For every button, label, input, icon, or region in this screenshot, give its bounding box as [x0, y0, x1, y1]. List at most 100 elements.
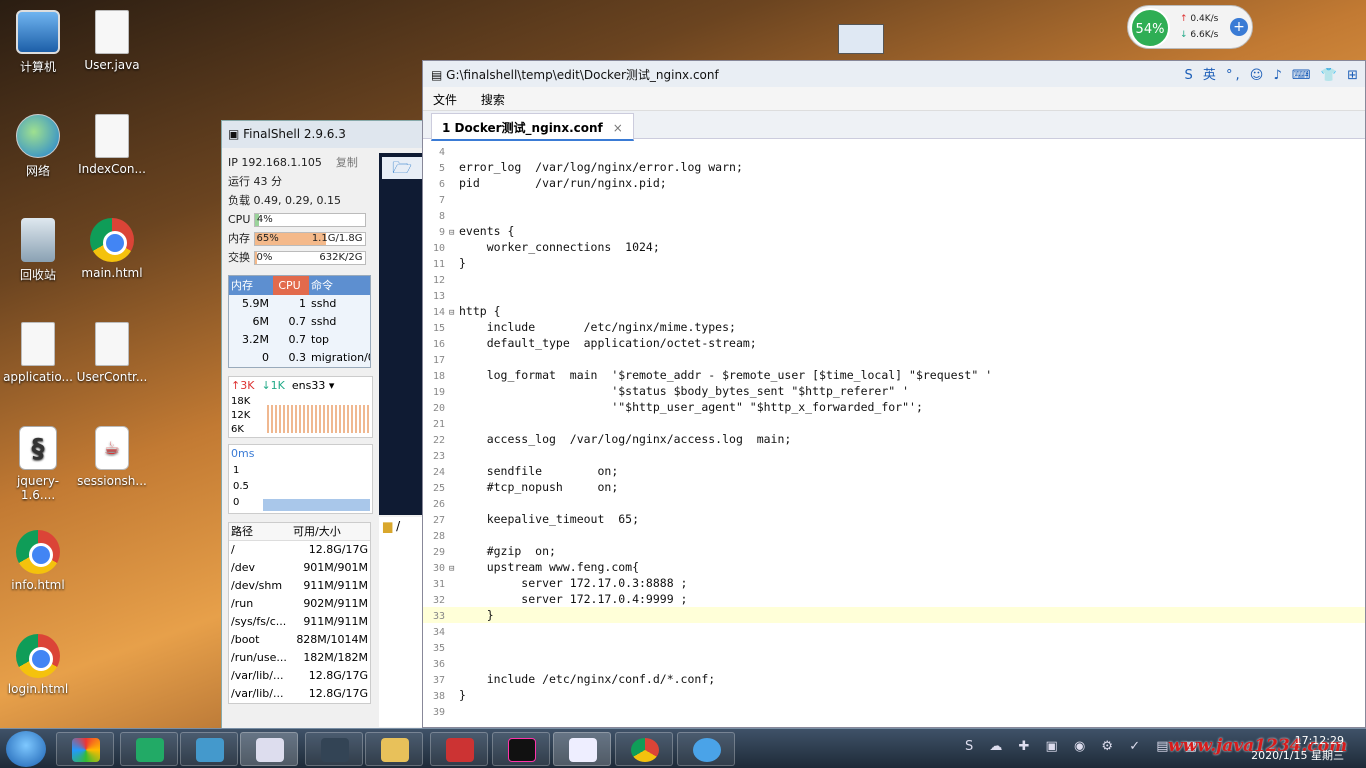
code-line[interactable]: 19 '$status $body_bytes_sent "$http_refe…: [423, 383, 1365, 399]
code-line[interactable]: 37 include /etc/nginx/conf.d/*.conf;: [423, 671, 1365, 687]
table-row[interactable]: /var/lib/... 12.8G/17G: [229, 685, 370, 703]
table-row[interactable]: /run 902M/911M: [229, 595, 370, 613]
taskbar-idea[interactable]: [492, 732, 550, 766]
desktop-icon[interactable]: § jquery-1.6....: [0, 426, 76, 502]
code-line[interactable]: 18 log_format main '$remote_addr - $remo…: [423, 367, 1365, 383]
tree-root[interactable]: /: [396, 519, 400, 533]
disk-path: /boot: [231, 633, 260, 646]
code-line[interactable]: 29 #gzip on;: [423, 543, 1365, 559]
code-line[interactable]: 39: [423, 703, 1365, 719]
code-line[interactable]: 10 worker_connections 1024;: [423, 239, 1365, 255]
code-line[interactable]: 17: [423, 351, 1365, 367]
desktop-icon[interactable]: 回收站: [0, 218, 76, 283]
code-line[interactable]: 25 #tcp_nopush on;: [423, 479, 1365, 495]
col-command[interactable]: 命令: [309, 276, 370, 295]
taskbar-browser[interactable]: [677, 732, 735, 766]
desktop-icon[interactable]: IndexCon...: [74, 114, 150, 176]
add-icon[interactable]: +: [1230, 18, 1248, 36]
speed-widget[interactable]: 54% ↑ 0.4K/s ↓ 6.6K/s +: [1127, 5, 1253, 49]
open-folder-icon[interactable]: 🗁: [382, 157, 422, 179]
code-editor[interactable]: 4 5 error_log /var/log/nginx/error.log war…: [423, 143, 1365, 727]
taskbar-redis[interactable]: [430, 732, 488, 766]
code-line[interactable]: 35: [423, 639, 1365, 655]
desktop-icon[interactable]: info.html: [0, 530, 76, 592]
table-row[interactable]: 0 0.3 migration/0: [229, 349, 370, 367]
code-line[interactable]: 26: [423, 495, 1365, 511]
desktop-icon-label: jquery-1.6....: [16, 474, 60, 502]
code-line[interactable]: 12: [423, 271, 1365, 287]
code-line[interactable]: 7: [423, 191, 1365, 207]
code-line[interactable]: 34: [423, 623, 1365, 639]
code-line[interactable]: 4: [423, 143, 1365, 159]
taskbar-finalshell[interactable]: [240, 732, 298, 766]
table-row[interactable]: /var/lib/... 12.8G/17G: [229, 667, 370, 685]
clock[interactable]: 17:12:29 2020/1/15 星期三: [1251, 733, 1344, 763]
code-line[interactable]: 32 server 172.17.0.4:9999 ;: [423, 591, 1365, 607]
desktop-icon[interactable]: login.html: [0, 634, 76, 696]
taskbar-editor[interactable]: [553, 732, 611, 766]
desktop-icon[interactable]: ☕ sessionsh...: [74, 426, 150, 488]
start-button[interactable]: [6, 731, 46, 767]
code-line[interactable]: 23: [423, 447, 1365, 463]
desktop-icon[interactable]: main.html: [74, 218, 150, 280]
code-line[interactable]: 11}: [423, 255, 1365, 271]
tab-docker-nginx-conf[interactable]: 1 Docker测试_nginx.conf ×: [431, 113, 634, 141]
code-line[interactable]: 21: [423, 415, 1365, 431]
table-row[interactable]: 3.2M 0.7 top: [229, 331, 370, 349]
code-line[interactable]: 8: [423, 207, 1365, 223]
code-line[interactable]: 14 ⊟ http {: [423, 303, 1365, 319]
code-line[interactable]: 31 server 172.17.0.3:8888 ;: [423, 575, 1365, 591]
col-mem[interactable]: 内存: [229, 276, 273, 295]
table-row[interactable]: / 12.8G/17G: [229, 541, 370, 559]
code-line[interactable]: 30 ⊟ upstream www.feng.com{: [423, 559, 1365, 575]
taskbar-app-2[interactable]: [120, 732, 178, 766]
table-row[interactable]: 5.9M 1 sshd: [229, 295, 370, 313]
taskbar-app-5[interactable]: [305, 732, 363, 766]
taskbar-app-3[interactable]: [180, 732, 238, 766]
code-line[interactable]: 22 access_log /var/log/nginx/access.log …: [423, 431, 1365, 447]
file-tree[interactable]: ▆ /: [379, 517, 425, 727]
code-line[interactable]: 16 default_type application/octet-stream…: [423, 335, 1365, 351]
code-line[interactable]: 9 ⊟ events {: [423, 223, 1365, 239]
iface-select[interactable]: ens33: [292, 379, 325, 392]
ime-toolbar[interactable]: S 英 °, ☺ ♪ ⌨ 👕 ⊞: [1184, 64, 1361, 83]
window-thumbnail-icon[interactable]: [838, 24, 884, 54]
menu-file[interactable]: 文件: [433, 93, 457, 107]
code-line[interactable]: 28: [423, 527, 1365, 543]
code-line[interactable]: 20 '"$http_user_agent" "$http_x_forwarde…: [423, 399, 1365, 415]
desktop-icon[interactable]: 计算机: [0, 10, 76, 75]
finalshell-title[interactable]: ▣ FinalShell 2.9.6.3: [222, 121, 425, 148]
copy-button[interactable]: 复制: [336, 156, 358, 169]
editor-title-bar[interactable]: ▤ G:\finalshell\temp\edit\Docker测试_nginx…: [423, 61, 1365, 87]
desktop-icon[interactable]: User.java: [74, 10, 150, 72]
col-cpu[interactable]: CPU: [273, 276, 309, 295]
col-path[interactable]: 路径: [229, 523, 291, 540]
desktop-icon[interactable]: applicatio...: [0, 322, 76, 384]
table-row[interactable]: /dev/shm 911M/911M: [229, 577, 370, 595]
taskbar-chrome[interactable]: [615, 732, 673, 766]
table-row[interactable]: 6M 0.7 sshd: [229, 313, 370, 331]
tab-close-icon[interactable]: ×: [613, 121, 623, 135]
code-line[interactable]: 15 include /etc/nginx/mime.types;: [423, 319, 1365, 335]
code-line[interactable]: 38}: [423, 687, 1365, 703]
terminal-area[interactable]: [379, 153, 425, 515]
editor-app-icon: ▤: [431, 68, 447, 82]
table-row[interactable]: /dev 901M/901M: [229, 559, 370, 577]
code-line[interactable]: 5 error_log /var/log/nginx/error.log warn…: [423, 159, 1365, 175]
code-line[interactable]: 24 sendfile on;: [423, 463, 1365, 479]
code-line[interactable]: 13: [423, 287, 1365, 303]
code-line[interactable]: 33 }: [423, 607, 1365, 623]
desktop-icon[interactable]: UserContr...: [74, 322, 150, 384]
table-row[interactable]: /boot 828M/1014M: [229, 631, 370, 649]
desktop-icon[interactable]: 网络: [0, 114, 76, 179]
menu-search[interactable]: 搜索: [481, 93, 505, 107]
table-row[interactable]: /run/use... 182M/182M: [229, 649, 370, 667]
taskbar-app-1[interactable]: [56, 732, 114, 766]
code-line[interactable]: 36: [423, 655, 1365, 671]
code-line[interactable]: 27 keepalive_timeout 65;: [423, 511, 1365, 527]
line-number: 39: [432, 707, 445, 718]
table-row[interactable]: /sys/fs/c... 911M/911M: [229, 613, 370, 631]
taskbar-explorer[interactable]: [365, 732, 423, 766]
code-line[interactable]: 6 pid /var/run/nginx.pid;: [423, 175, 1365, 191]
col-size[interactable]: 可用/大小: [291, 523, 370, 540]
